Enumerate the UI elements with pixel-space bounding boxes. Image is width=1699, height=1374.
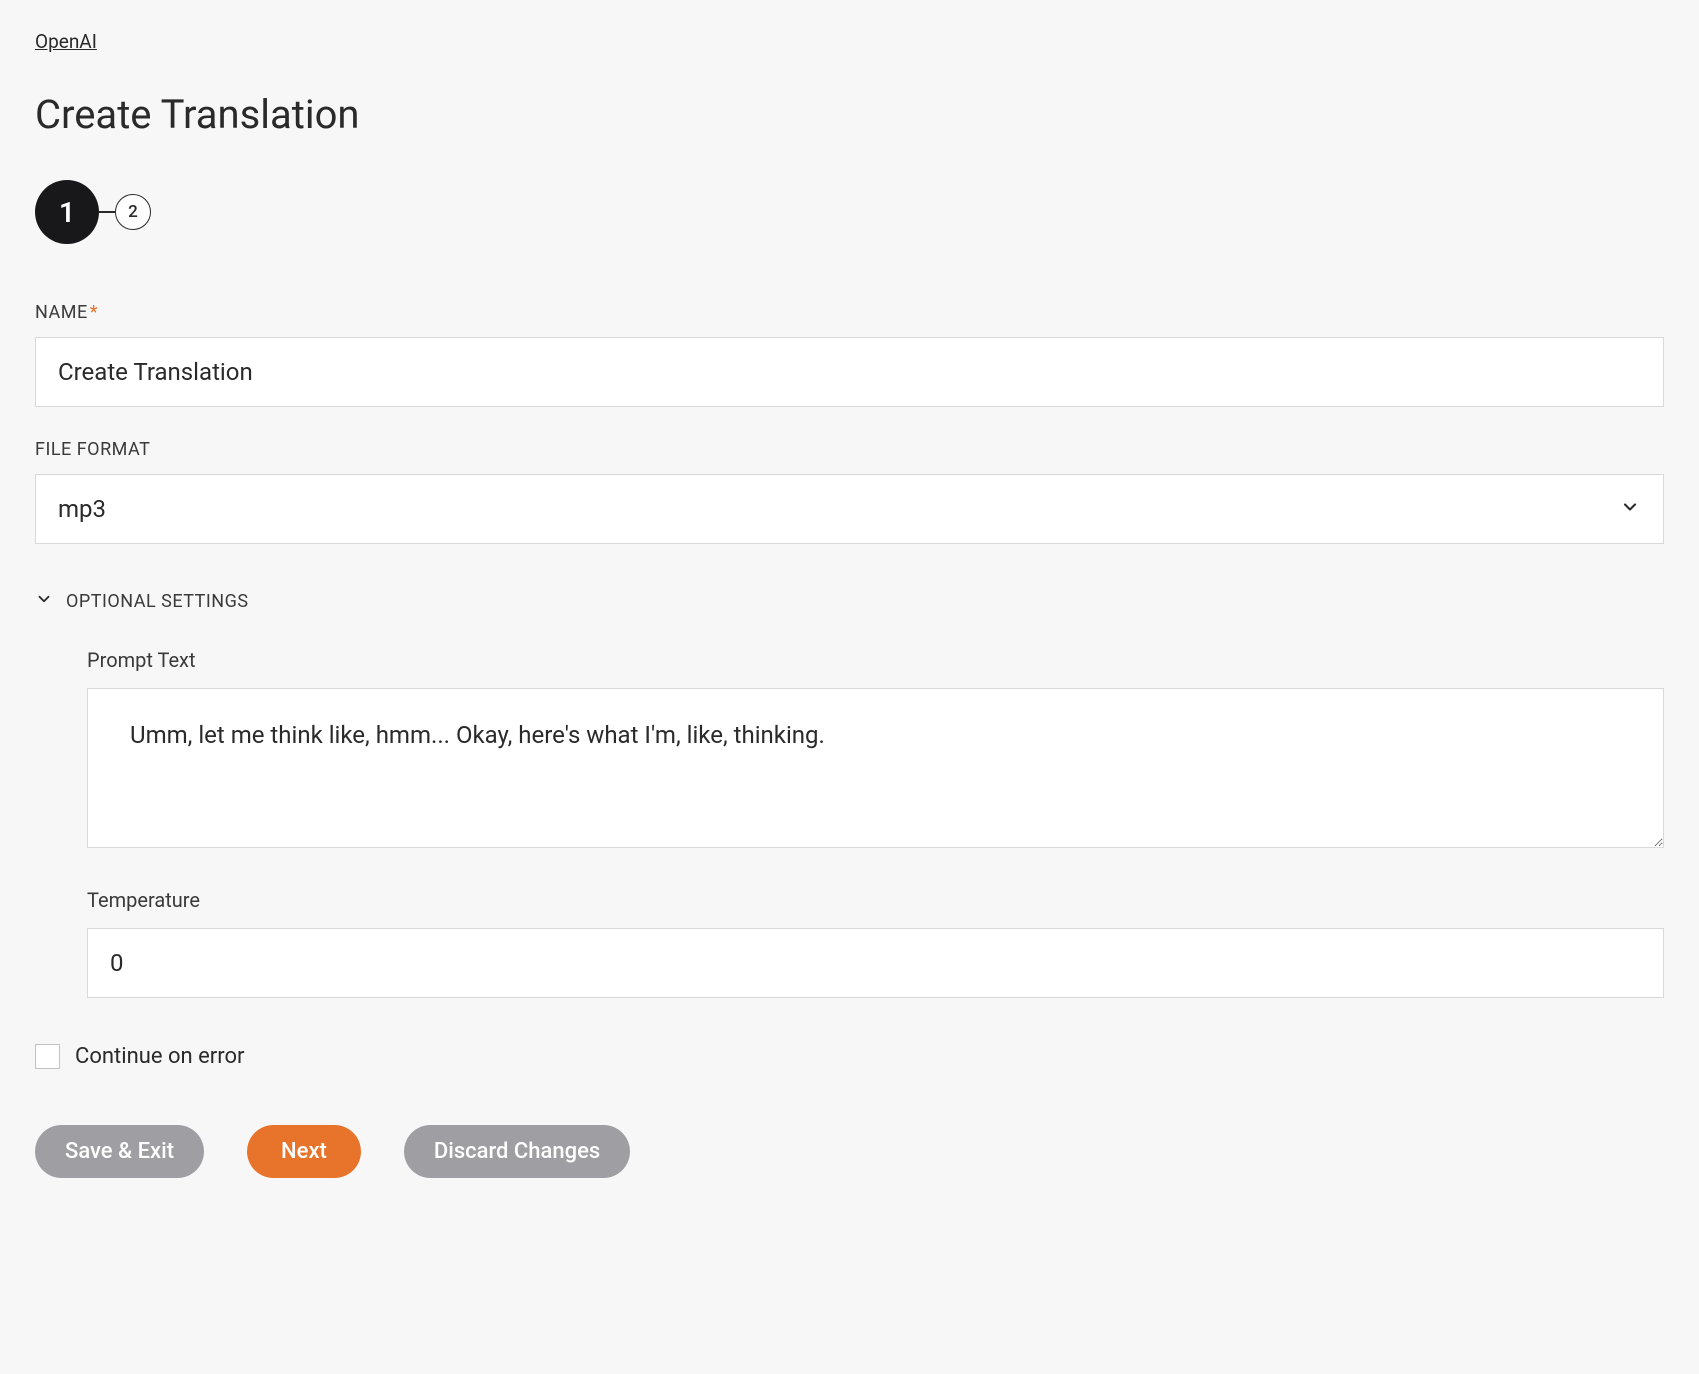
breadcrumb-link[interactable]: OpenAI bbox=[35, 30, 97, 53]
temperature-label: Temperature bbox=[87, 888, 1664, 912]
temperature-group: Temperature bbox=[87, 888, 1664, 998]
continue-on-error-checkbox[interactable] bbox=[35, 1044, 60, 1069]
save-exit-button[interactable]: Save & Exit bbox=[35, 1125, 204, 1178]
file-format-group: FILE FORMAT mp3 bbox=[35, 439, 1664, 544]
optional-settings-label: OPTIONAL SETTINGS bbox=[66, 591, 249, 612]
next-button[interactable]: Next bbox=[247, 1125, 361, 1178]
temperature-input[interactable] bbox=[87, 928, 1664, 998]
step-connector bbox=[99, 211, 115, 213]
page-title: Create Translation bbox=[35, 91, 1664, 138]
step-1[interactable]: 1 bbox=[35, 180, 99, 244]
name-label: NAME* bbox=[35, 302, 1664, 323]
name-label-text: NAME bbox=[35, 302, 88, 323]
file-format-label: FILE FORMAT bbox=[35, 439, 1664, 460]
continue-on-error-row: Continue on error bbox=[35, 1044, 1664, 1069]
stepper: 1 2 bbox=[35, 180, 1664, 244]
file-format-select-wrapper: mp3 bbox=[35, 474, 1664, 544]
name-input[interactable] bbox=[35, 337, 1664, 407]
optional-settings-content: Prompt Text Umm, let me think like, hmm.… bbox=[35, 648, 1664, 998]
required-star-icon: * bbox=[90, 302, 98, 323]
prompt-text-label: Prompt Text bbox=[87, 648, 1664, 672]
prompt-text-input[interactable]: Umm, let me think like, hmm... Okay, her… bbox=[87, 688, 1664, 848]
discard-button[interactable]: Discard Changes bbox=[404, 1125, 630, 1178]
button-row: Save & Exit Next Discard Changes bbox=[35, 1125, 1664, 1178]
chevron-down-icon bbox=[35, 590, 53, 612]
continue-on-error-label: Continue on error bbox=[75, 1044, 244, 1069]
file-format-select[interactable]: mp3 bbox=[35, 474, 1664, 544]
optional-settings-toggle[interactable]: OPTIONAL SETTINGS bbox=[35, 590, 1664, 612]
step-2[interactable]: 2 bbox=[115, 194, 151, 230]
prompt-text-group: Prompt Text Umm, let me think like, hmm.… bbox=[87, 648, 1664, 852]
name-group: NAME* bbox=[35, 302, 1664, 407]
